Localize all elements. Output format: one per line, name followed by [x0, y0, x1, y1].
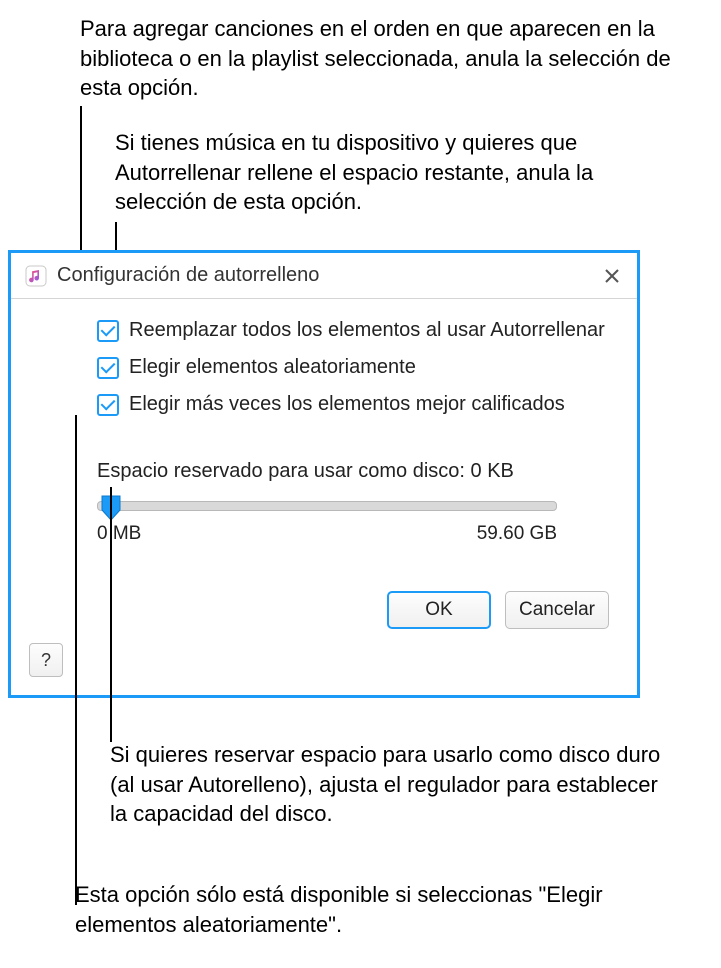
- checkbox-label: Elegir elementos aleatoriamente: [129, 354, 416, 381]
- checkbox-row-replace-all: Reemplazar todos los elementos al usar A…: [97, 317, 609, 344]
- callout-fill-remaining: Si tienes música en tu dispositivo y qui…: [115, 128, 690, 217]
- checkbox-label: Reemplazar todos los elementos al usar A…: [129, 317, 605, 344]
- dialog-title: Configuración de autorrelleno: [57, 262, 319, 289]
- checkbox-row-choose-random: Elegir elementos aleatoriamente: [97, 354, 609, 381]
- callout-option-availability: Esta opción sólo está disponible si sele…: [75, 880, 695, 939]
- autofill-settings-dialog: Configuración de autorrelleno Reemplazar…: [8, 250, 640, 698]
- checkbox-label: Elegir más veces los elementos mejor cal…: [129, 391, 565, 418]
- slider-min-label: 0 MB: [97, 521, 141, 547]
- checkbox-replace-all[interactable]: [97, 320, 119, 342]
- checkbox-row-higher-rated: Elegir más veces los elementos mejor cal…: [97, 391, 609, 418]
- slider-caption: Espacio reservado para usar como disco: …: [97, 458, 609, 485]
- music-app-icon: [25, 265, 47, 287]
- checkbox-choose-random[interactable]: [97, 357, 119, 379]
- close-button[interactable]: [601, 265, 623, 287]
- checkbox-higher-rated[interactable]: [97, 394, 119, 416]
- reserve-space-slider[interactable]: [97, 501, 557, 511]
- cancel-button[interactable]: Cancelar: [505, 591, 609, 629]
- slider-max-label: 59.60 GB: [477, 521, 557, 547]
- help-button[interactable]: ?: [29, 643, 63, 677]
- titlebar: Configuración de autorrelleno: [11, 253, 637, 299]
- callout-random-order: Para agregar canciones en el orden en qu…: [80, 14, 690, 103]
- callout-reserve-space: Si quieres reservar espacio para usarlo …: [110, 740, 670, 829]
- ok-button[interactable]: OK: [387, 591, 491, 629]
